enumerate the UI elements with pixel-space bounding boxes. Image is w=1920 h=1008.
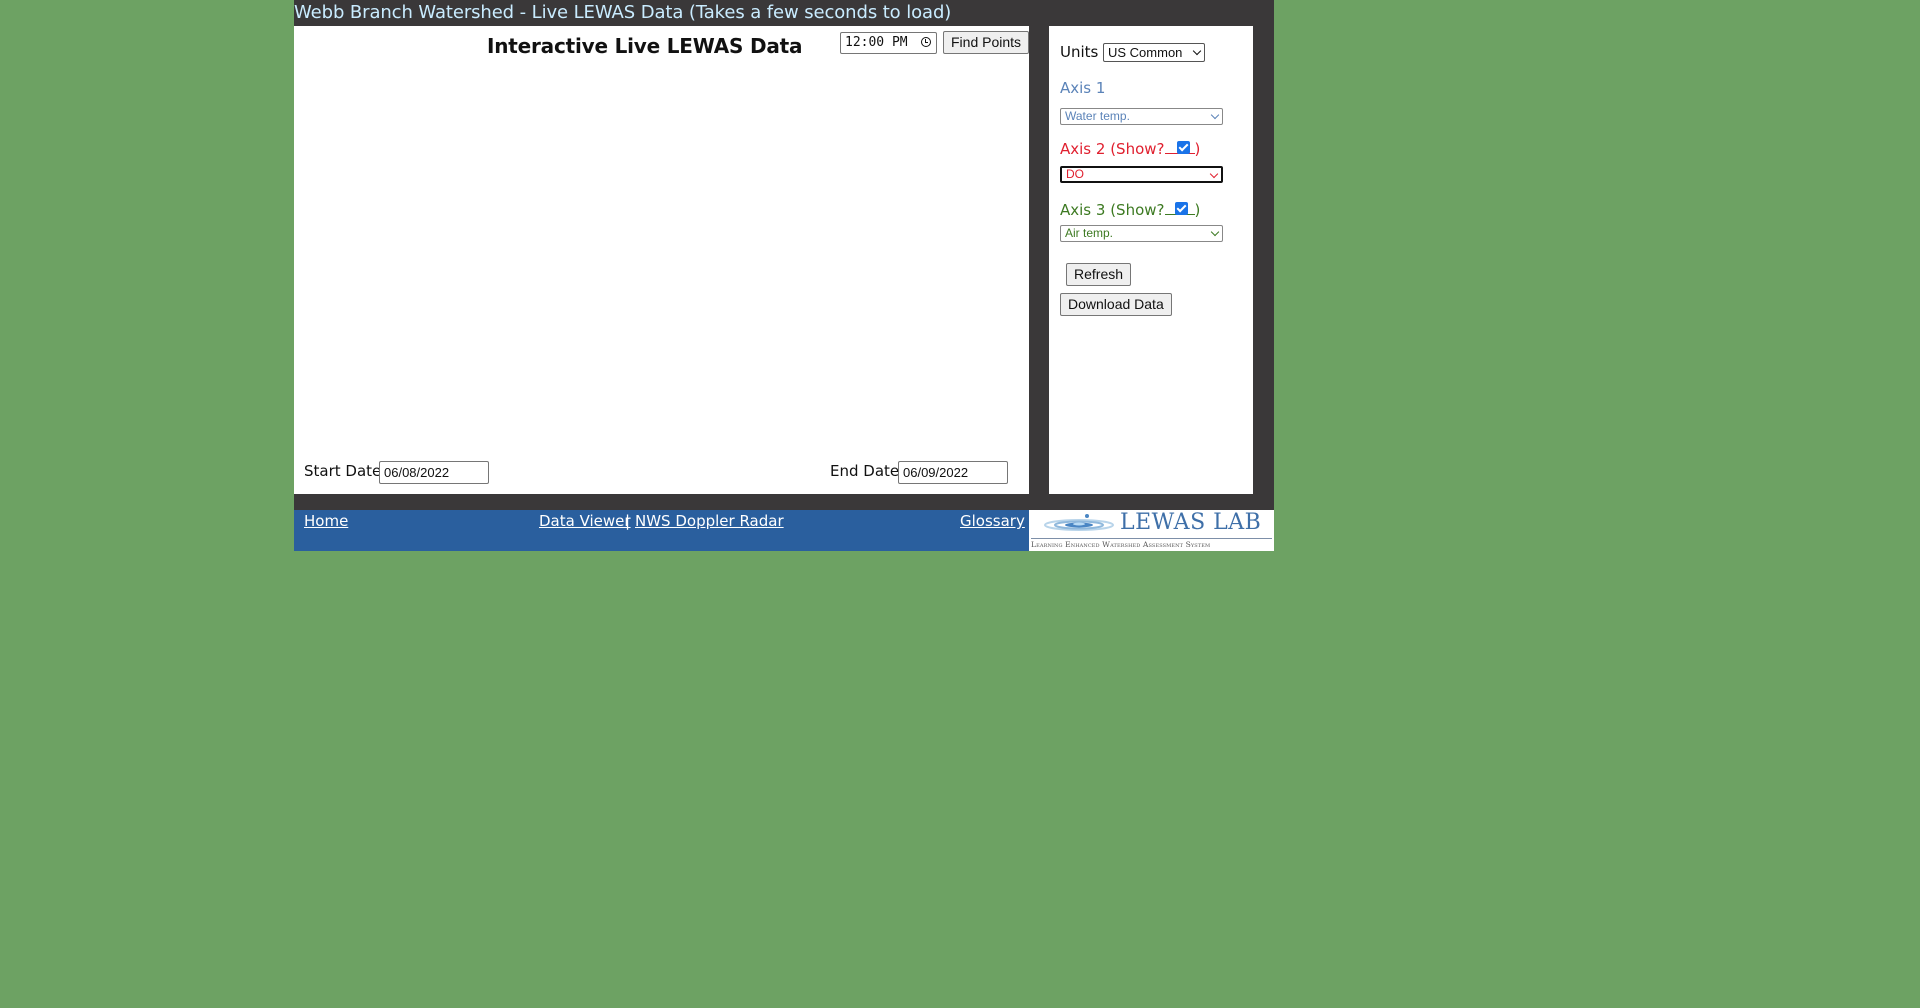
nws-doppler-radar-link[interactable]: NWS Doppler Radar <box>635 512 784 530</box>
lewas-lab-logo[interactable]: LEWAS LAB Learning Enhanced Watershed As… <box>1029 510 1274 551</box>
chevron-down-icon <box>1210 110 1220 120</box>
chevron-down-icon <box>1209 169 1219 179</box>
start-date-label: Start Date: <box>304 462 387 480</box>
logo-title: LEWAS LAB <box>1120 510 1262 535</box>
home-link[interactable]: Home <box>304 512 348 530</box>
chevron-down-icon <box>1192 46 1202 56</box>
axis3-value: Air temp. <box>1065 226 1114 240</box>
chart-area[interactable] <box>304 66 1019 451</box>
units-select[interactable]: US Common <box>1103 43 1205 62</box>
units-label: Units <box>1060 43 1099 61</box>
axis1-label: Axis 1 <box>1060 79 1106 97</box>
axis1-select[interactable]: Water temp. <box>1060 108 1223 125</box>
footer-separator: | <box>625 512 631 530</box>
axis2-label-text: Axis 2 (Show? <box>1060 140 1165 158</box>
axis2-value: DO <box>1066 167 1084 181</box>
main-frame: Webb Branch Watershed - Live LEWAS Data … <box>294 0 1274 510</box>
end-date-input[interactable]: 06/09/2022 <box>898 461 1008 484</box>
start-date-input[interactable]: 06/08/2022 <box>379 461 489 484</box>
units-value: US Common <box>1108 45 1183 60</box>
water-drop-icon <box>1044 514 1114 531</box>
refresh-button[interactable]: Refresh <box>1066 263 1132 286</box>
axis3-show-checkbox[interactable] <box>1175 202 1188 215</box>
logo-divider <box>1031 538 1272 539</box>
settings-panel: Units US Common Axis 1 Water temp. Axis … <box>1049 26 1253 494</box>
axis3-label-text: Axis 3 (Show? <box>1060 201 1165 219</box>
axis3-label-end: ) <box>1194 201 1201 219</box>
time-input[interactable]: 12:00 PM <box>840 32 937 54</box>
end-date-label: End Date: <box>830 462 905 480</box>
axis2-show-checkbox[interactable] <box>1177 141 1190 154</box>
chart-title: Interactive Live LEWAS Data <box>487 34 803 58</box>
chevron-down-icon <box>1210 227 1220 237</box>
footer-nav: Home Data Viewer | NWS Doppler Radar Glo… <box>294 510 1029 551</box>
data-viewer-link[interactable]: Data Viewer <box>539 512 631 530</box>
axis2-label-end: ) <box>1194 140 1201 158</box>
download-data-button[interactable]: Download Data <box>1060 293 1172 316</box>
page-title: Webb Branch Watershed - Live LEWAS Data … <box>294 2 952 23</box>
axis1-value: Water temp. <box>1065 109 1130 123</box>
time-value: 12:00 PM <box>845 35 908 50</box>
find-points-button[interactable]: Find Points <box>943 31 1030 54</box>
axis2-select[interactable]: DO <box>1060 166 1223 183</box>
clock-icon[interactable] <box>921 37 931 47</box>
chart-panel: Interactive Live LEWAS Data 12:00 PM Fin… <box>294 26 1030 494</box>
glossary-link[interactable]: Glossary <box>960 512 1025 530</box>
axis3-select[interactable]: Air temp. <box>1060 225 1223 242</box>
logo-subtitle: Learning Enhanced Watershed Assessment S… <box>1031 540 1211 549</box>
